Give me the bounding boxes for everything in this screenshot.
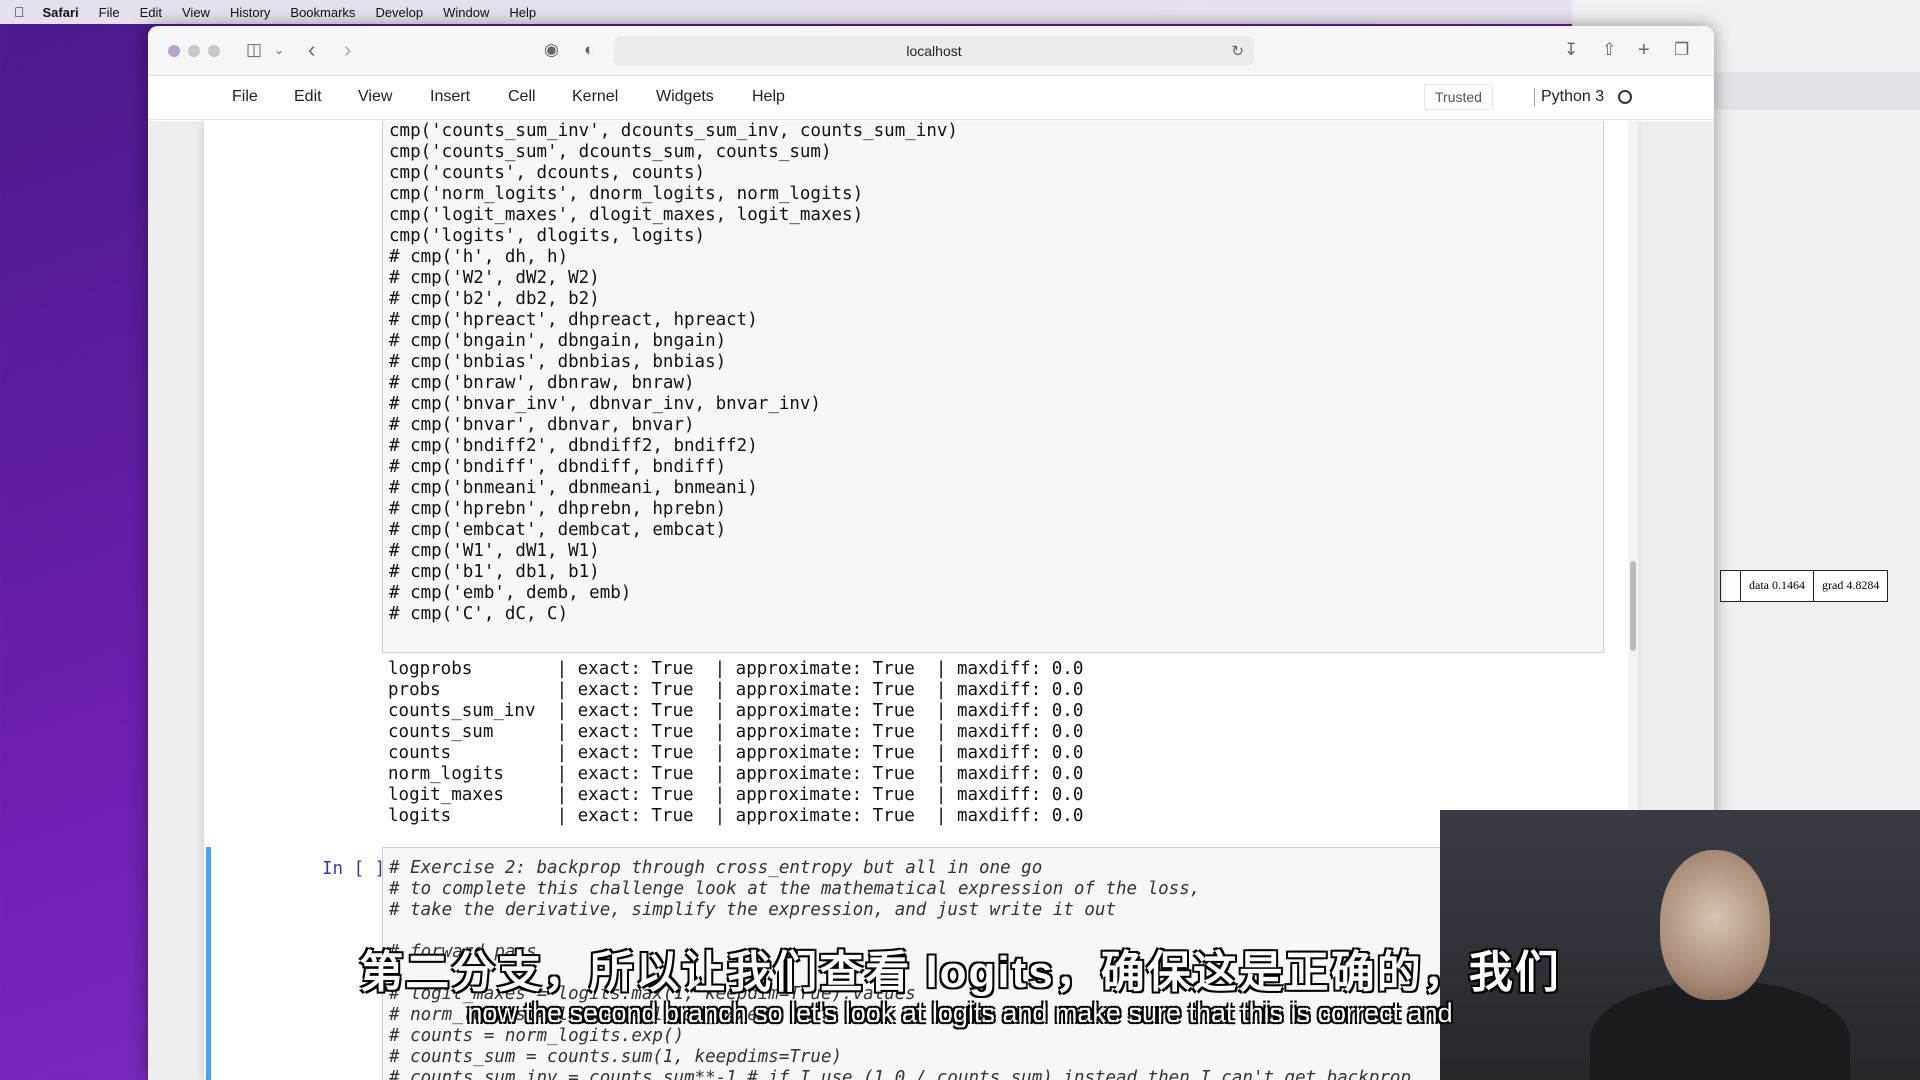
forward-icon[interactable]: ›	[344, 39, 351, 61]
cell-output: logprobs | exact: True | approximate: Tr…	[388, 659, 1083, 827]
jupyter-menu-kernel[interactable]: Kernel	[572, 88, 618, 106]
code-line: # cmp('bndiff2', dbndiff2, bndiff2)	[389, 436, 758, 456]
graph-node-grad: grad 4.8284	[1822, 578, 1880, 592]
chevron-down-icon[interactable]: ⌄	[274, 40, 284, 60]
menubar-item-edit[interactable]: Edit	[140, 5, 162, 20]
graph-node-data: data 0.1464	[1741, 571, 1814, 601]
code-line: # counts_sum_inv = counts_sum**-1 # if I…	[389, 1068, 1411, 1080]
jupyter-menu-view[interactable]: View	[358, 88, 392, 106]
share-icon[interactable]: ⇧	[1602, 40, 1616, 60]
code-line: # cmp('bngain', dbngain, bngain)	[389, 331, 727, 351]
apple-icon[interactable]: 	[14, 4, 25, 20]
menubar-item-help[interactable]: Help	[509, 5, 536, 20]
jupyter-menu-insert[interactable]: Insert	[430, 88, 470, 106]
jupyter-menu-file[interactable]: File	[232, 88, 258, 106]
code-line: # cmp('hpreact', dhpreact, hpreact)	[389, 310, 758, 330]
code-line: # cmp('embcat', dembcat, embcat)	[389, 520, 727, 540]
browser-toolbar: ◫ ⌄ ‹ › ◉ ◐ localhost ↻ ↧ ⇧ + ❐	[148, 26, 1714, 76]
url-text: localhost	[906, 43, 962, 59]
menubar-item-file[interactable]: File	[99, 5, 120, 20]
code-line: cmp('logits', dlogits, logits)	[389, 226, 706, 246]
zoom-window-button[interactable]	[208, 45, 220, 57]
code-line: logprobs | exact: True | approximate: Tr…	[388, 659, 1084, 679]
code-line: # cmp('bnraw', dbnraw, bnraw)	[389, 373, 695, 393]
code-line: # cmp('bnmeani', dbnmeani, bnmeani)	[389, 478, 758, 498]
code-line: counts_sum | exact: True | approximate: …	[388, 722, 1084, 742]
code-line: # counts = norm_logits.exp()	[389, 1026, 685, 1046]
privacy-report-icon[interactable]: ◉	[544, 40, 559, 60]
menubar-app-name[interactable]: Safari	[43, 5, 79, 20]
subtitle-chinese: 第二分支，所以让我们查看 logits，确保这是正确的，我们	[359, 948, 1561, 997]
code-line: cmp('counts_sum_inv', dcounts_sum_inv, c…	[389, 121, 958, 141]
jupyter-menubar: File Edit View Insert Cell Kernel Widget…	[148, 76, 1714, 120]
scrollbar-thumb[interactable]	[1630, 561, 1636, 651]
download-icon[interactable]: ↧	[1564, 40, 1578, 60]
code-line: # cmp('C', dC, C)	[389, 604, 569, 624]
code-line: counts | exact: True | approximate: True…	[388, 743, 1084, 763]
kernel-status-icon	[1618, 90, 1632, 104]
code-line: cmp('logit_maxes', dlogit_maxes, logit_m…	[389, 205, 864, 225]
cell-source[interactable]: cmp('counts_sum_inv', dcounts_sum_inv, c…	[389, 121, 958, 625]
code-line: cmp('counts', dcounts, counts)	[389, 163, 706, 183]
code-cell[interactable]: cmp('counts_sum_inv', dcounts_sum_inv, c…	[382, 121, 1604, 653]
shield-icon[interactable]: ◐	[584, 40, 594, 60]
code-line: # cmp('W2', dW2, W2)	[389, 268, 600, 288]
address-bar[interactable]: localhost ↻	[614, 36, 1254, 66]
jupyter-menu-widgets[interactable]: Widgets	[656, 88, 714, 106]
jupyter-menu-cell[interactable]: Cell	[508, 88, 536, 106]
code-line: # cmp('hprebn', dhprebn, hprebn)	[389, 499, 727, 519]
menubar-item-history[interactable]: History	[230, 5, 270, 20]
code-line: # cmp('bndiff', dbndiff, bndiff)	[389, 457, 727, 477]
code-line: # counts_sum = counts.sum(1, keepdims=Tr…	[389, 1047, 843, 1067]
code-line: probs | exact: True | approximate: True …	[388, 680, 1084, 700]
trusted-indicator[interactable]: Trusted	[1424, 84, 1493, 110]
jupyter-menu-edit[interactable]: Edit	[294, 88, 322, 106]
code-line: # Exercise 2: backprop through cross_ent…	[389, 858, 1043, 878]
back-icon[interactable]: ‹	[308, 39, 315, 61]
code-line: # cmp('h', dh, h)	[389, 247, 569, 267]
sidebar-icon[interactable]: ◫	[246, 40, 262, 60]
new-tab-icon[interactable]: +	[1638, 40, 1650, 60]
minimize-window-button[interactable]	[188, 45, 200, 57]
code-line: # to complete this challenge look at the…	[389, 879, 1201, 899]
kernel-name[interactable]: Python 3	[1534, 88, 1604, 106]
menubar-item-develop[interactable]: Develop	[375, 5, 423, 20]
code-line: cmp('norm_logits', dnorm_logits, norm_lo…	[389, 184, 864, 204]
code-line: counts_sum_inv | exact: True | approxima…	[388, 701, 1084, 721]
code-line: # cmp('bnbias', dbnbias, bnbias)	[389, 352, 727, 372]
graph-node-blank	[1721, 571, 1741, 601]
menubar-item-window[interactable]: Window	[443, 5, 489, 20]
code-line: # cmp('b2', db2, b2)	[389, 289, 600, 309]
tab-overview-icon[interactable]: ❐	[1674, 40, 1689, 60]
code-line: # cmp('b1', db1, b1)	[389, 562, 600, 582]
code-line: # take the derivative, simplify the expr…	[389, 900, 1116, 920]
code-line: norm_logits | exact: True | approximate:…	[388, 764, 1084, 784]
reload-icon[interactable]: ↻	[1231, 42, 1244, 60]
code-line: # cmp('bnvar_inv', dbnvar_inv, bnvar_inv…	[389, 394, 821, 414]
menubar-item-bookmarks[interactable]: Bookmarks	[290, 5, 355, 20]
close-window-button[interactable]	[168, 45, 180, 57]
code-line: # cmp('W1', dW1, W1)	[389, 541, 600, 561]
code-line: # cmp('bnvar', dbnvar, bnvar)	[389, 415, 695, 435]
subtitle-english: now the second branch so let's look at l…	[467, 998, 1453, 1028]
graph-node: data 0.1464 grad 4.8284	[1720, 570, 1889, 602]
code-line: logits | exact: True | approximate: True…	[388, 806, 1084, 826]
menubar-item-view[interactable]: View	[182, 5, 210, 20]
code-line: cmp('counts_sum', dcounts_sum, counts_su…	[389, 142, 832, 162]
code-line: # cmp('emb', demb, emb)	[389, 583, 632, 603]
code-line: logit_maxes | exact: True | approximate:…	[388, 785, 1084, 805]
jupyter-menu-help[interactable]: Help	[752, 88, 785, 106]
